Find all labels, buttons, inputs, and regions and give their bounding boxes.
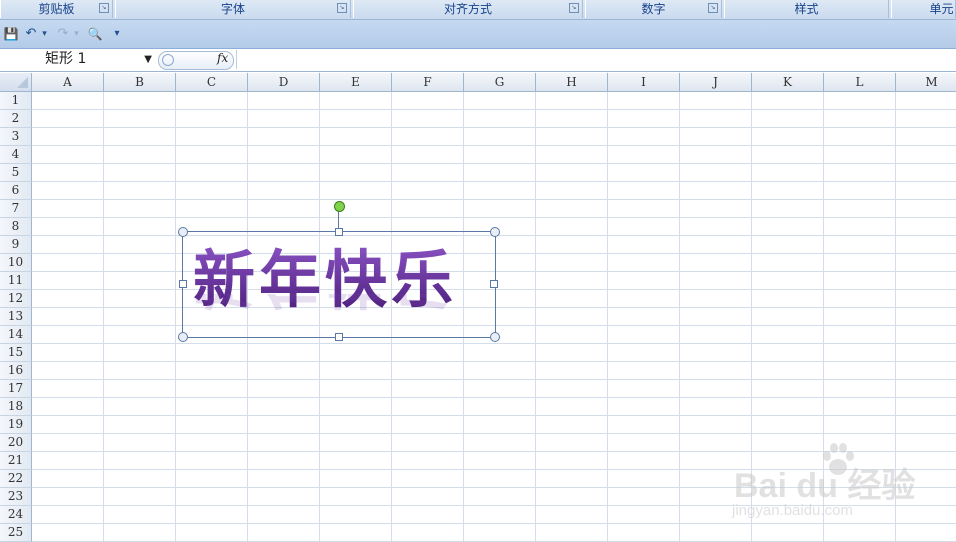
row-header[interactable]: 4 xyxy=(0,146,32,164)
row-header[interactable]: 13 xyxy=(0,308,32,326)
column-header-J[interactable]: J xyxy=(680,73,752,92)
dialog-launcher-icon[interactable]: ↘ xyxy=(99,3,109,13)
column-header-L[interactable]: L xyxy=(824,73,896,92)
row-header[interactable]: 5 xyxy=(0,164,32,182)
resize-handle-top-right[interactable] xyxy=(490,227,500,237)
column-header-D[interactable]: D xyxy=(248,73,320,92)
select-all-button[interactable] xyxy=(0,73,32,92)
row-header[interactable]: 6 xyxy=(0,182,32,200)
insert-function-button[interactable]: fx xyxy=(217,51,228,65)
row-header[interactable]: 18 xyxy=(0,398,32,416)
column-header-I[interactable]: I xyxy=(608,73,680,92)
dialog-launcher-icon[interactable]: ↘ xyxy=(337,3,347,13)
ribbon-group-cells: 单元 xyxy=(891,0,956,18)
ribbon-group-label: 数字 xyxy=(641,2,666,16)
row-header[interactable]: 24 xyxy=(0,506,32,524)
row-header[interactable]: 7 xyxy=(0,200,32,218)
row-header[interactable]: 22 xyxy=(0,470,32,488)
chevron-down-icon[interactable]: ▼ xyxy=(144,50,152,69)
resize-handle-bottom-left[interactable] xyxy=(178,332,188,342)
column-header-H[interactable]: H xyxy=(536,73,608,92)
column-header-A[interactable]: A xyxy=(32,73,104,92)
resize-handle-bottom-right[interactable] xyxy=(490,332,500,342)
wordart-shape[interactable]: 新年快乐 新年快乐 xyxy=(178,201,500,342)
ribbon-group-label: 剪贴板 xyxy=(38,2,75,16)
row-header[interactable]: 10 xyxy=(0,254,32,272)
row-header[interactable]: 17 xyxy=(0,380,32,398)
redo-icon[interactable]: ↷ xyxy=(56,26,70,42)
row-header[interactable]: 11 xyxy=(0,272,32,290)
ribbon-group-label: 字体 xyxy=(220,2,245,16)
resize-handle-right[interactable] xyxy=(490,280,498,288)
redo-dropdown-icon[interactable]: ▾ xyxy=(72,26,81,42)
customize-toolbar-icon[interactable]: ▾ xyxy=(112,26,122,42)
row-header[interactable]: 15 xyxy=(0,344,32,362)
row-header[interactable]: 3 xyxy=(0,128,32,146)
resize-handle-left[interactable] xyxy=(179,280,187,288)
column-header-M[interactable]: M xyxy=(896,73,956,92)
dialog-launcher-icon[interactable]: ↘ xyxy=(708,3,718,13)
resize-handle-top-left[interactable] xyxy=(178,227,188,237)
save-icon[interactable]: 💾 xyxy=(3,26,19,42)
row-header[interactable]: 9 xyxy=(0,236,32,254)
column-header-F[interactable]: F xyxy=(392,73,464,92)
ribbon-group-label: 对齐方式 xyxy=(443,2,492,16)
row-header[interactable]: 25 xyxy=(0,524,32,542)
undo-dropdown-icon[interactable]: ▾ xyxy=(40,26,49,42)
rotation-handle[interactable] xyxy=(334,201,345,212)
ribbon-group-label: 单元 xyxy=(929,2,954,16)
row-header[interactable]: 1 xyxy=(0,92,32,110)
print-preview-icon[interactable]: 🔍 xyxy=(87,26,103,42)
watermark-brand: Bai du 经验 xyxy=(734,467,916,505)
column-header-C[interactable]: C xyxy=(176,73,248,92)
quick-access-toolbar: 💾 ↶ ▾ ↷ ▾ 🔍 ▾ xyxy=(0,20,956,49)
name-box-value: 矩形 1 xyxy=(45,51,87,67)
row-header[interactable]: 23 xyxy=(0,488,32,506)
column-header-B[interactable]: B xyxy=(104,73,176,92)
ribbon-group-alignment: 对齐方式 ↘ xyxy=(353,0,583,18)
column-header-K[interactable]: K xyxy=(752,73,824,92)
resize-handle-bottom[interactable] xyxy=(335,333,343,341)
column-header-E[interactable]: E xyxy=(320,73,392,92)
row-header[interactable]: 8 xyxy=(0,218,32,236)
ribbon-group-bar: 剪贴板 ↘ 字体 ↘ 对齐方式 ↘ 数字 ↘ 样式 单元 xyxy=(0,0,956,20)
row-header[interactable]: 19 xyxy=(0,416,32,434)
dialog-launcher-icon[interactable]: ↘ xyxy=(569,3,579,13)
row-header[interactable]: 14 xyxy=(0,326,32,344)
resize-handle-top[interactable] xyxy=(335,228,343,236)
row-header[interactable]: 20 xyxy=(0,434,32,452)
watermark: Bai du 经验 jingyan.baidu.com xyxy=(728,440,943,530)
ribbon-group-label: 样式 xyxy=(794,2,819,16)
ribbon-group-clipboard: 剪贴板 ↘ xyxy=(0,0,113,18)
row-header[interactable]: 2 xyxy=(0,110,32,128)
row-header[interactable]: 21 xyxy=(0,452,32,470)
row-header[interactable]: 16 xyxy=(0,362,32,380)
row-header[interactable]: 12 xyxy=(0,290,32,308)
column-header-G[interactable]: G xyxy=(464,73,536,92)
formula-tools: fx xyxy=(158,51,234,70)
ribbon-group-number: 数字 ↘ xyxy=(585,0,722,18)
name-box[interactable]: 矩形 1 ▼ xyxy=(0,50,156,69)
watermark-url: jingyan.baidu.com xyxy=(732,502,853,519)
formula-bar: 矩形 1 ▼ fx xyxy=(0,49,956,72)
wordart-reflection: 新年快乐 xyxy=(193,294,488,316)
ribbon-group-font: 字体 ↘ xyxy=(115,0,351,18)
resize-handle-icon[interactable] xyxy=(162,54,174,66)
ribbon-group-styles: 样式 xyxy=(724,0,889,18)
undo-icon[interactable]: ↶ xyxy=(24,26,38,42)
formula-input[interactable] xyxy=(236,50,956,69)
